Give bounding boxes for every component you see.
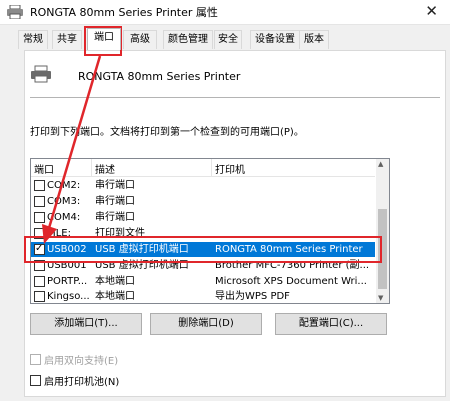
column-header-port[interactable]: 端口 bbox=[34, 161, 54, 176]
port-description: 打印到文件 bbox=[95, 228, 145, 239]
port-name: USB002 bbox=[47, 244, 87, 255]
close-icon[interactable]: ✕ bbox=[425, 2, 438, 20]
tab-general[interactable]: 常规 bbox=[18, 30, 48, 49]
list-item[interactable]: FILE: 打印到文件 bbox=[31, 226, 375, 241]
scroll-down-icon[interactable]: ▼ bbox=[378, 294, 383, 302]
list-item[interactable]: Kingso... 本地端口 导出为WPS PDF bbox=[31, 289, 375, 303]
printer-name: RONGTA 80mm Series Printer bbox=[78, 70, 241, 83]
tab-sharing[interactable]: 共享 bbox=[52, 30, 82, 49]
column-header-description[interactable]: 描述 bbox=[95, 161, 115, 176]
tab-bar: 常规 共享 端口 高级 颜色管理 安全 设备设置 版本 bbox=[0, 28, 450, 50]
tab-color-management[interactable]: 颜色管理 bbox=[163, 30, 213, 49]
printer-icon bbox=[31, 65, 51, 83]
add-port-button[interactable]: 添加端口(T)... bbox=[30, 313, 142, 335]
column-header-printer[interactable]: 打印机 bbox=[215, 161, 245, 176]
port-checkbox[interactable] bbox=[34, 180, 45, 191]
port-description: USB 虚拟打印机端口 bbox=[95, 260, 189, 271]
bidirectional-checkbox[interactable] bbox=[30, 354, 41, 365]
printer-icon bbox=[7, 5, 23, 19]
delete-port-button[interactable]: 删除端口(D) bbox=[150, 313, 262, 335]
port-name: USB001 bbox=[47, 260, 87, 271]
port-description: 串行端口 bbox=[95, 196, 135, 207]
port-name: COM2: bbox=[47, 180, 81, 191]
configure-port-button[interactable]: 配置端口(C)... bbox=[275, 313, 387, 335]
list-header: 端口 描述 打印机 bbox=[31, 159, 375, 177]
scroll-up-icon[interactable]: ▲ bbox=[378, 160, 383, 168]
port-name: FILE: bbox=[47, 228, 71, 239]
port-checkbox[interactable] bbox=[34, 276, 45, 287]
window-title: RONGTA 80mm Series Printer 属性 bbox=[30, 6, 218, 19]
port-description: 本地端口 bbox=[95, 276, 135, 287]
bidirectional-support-option[interactable]: 启用双向支持(E) bbox=[30, 352, 118, 367]
printer-pool-label: 启用打印机池(N) bbox=[44, 377, 120, 388]
bidirectional-label: 启用双向支持(E) bbox=[44, 356, 119, 367]
port-description: 串行端口 bbox=[95, 180, 135, 191]
tab-device-settings[interactable]: 设备设置 bbox=[250, 30, 300, 49]
list-item[interactable]: COM2: 串行端口 bbox=[31, 178, 375, 193]
port-checkbox[interactable] bbox=[34, 228, 45, 239]
list-item[interactable]: PORTP... 本地端口 Microsoft XPS Document Wri… bbox=[31, 274, 375, 289]
port-checkbox[interactable] bbox=[34, 212, 45, 223]
tab-advanced[interactable]: 高级 bbox=[123, 30, 157, 49]
port-checkbox[interactable] bbox=[34, 260, 45, 271]
port-name: PORTP... bbox=[47, 276, 88, 287]
printer-pool-option[interactable]: 启用打印机池(N) bbox=[30, 373, 119, 388]
tab-ports[interactable]: 端口 bbox=[87, 28, 121, 50]
port-printer: 导出为WPS PDF bbox=[215, 291, 290, 302]
port-list[interactable]: 端口 描述 打印机 COM2: 串行端口 COM3: 串行端口 COM4: 串行… bbox=[30, 158, 390, 304]
port-name: Kingso... bbox=[47, 291, 90, 302]
list-item[interactable]: COM3: 串行端口 bbox=[31, 194, 375, 209]
instruction-text: 打印到下列端口。文档将打印到第一个检查到的可用端口(P)。 bbox=[30, 127, 304, 138]
port-description: USB 虚拟打印机端口 bbox=[95, 244, 189, 255]
column-divider[interactable] bbox=[91, 159, 92, 176]
port-description: 本地端口 bbox=[95, 291, 135, 302]
vertical-scrollbar[interactable]: ▲ ▼ bbox=[376, 159, 389, 303]
tab-security[interactable]: 安全 bbox=[214, 30, 242, 49]
port-description: 串行端口 bbox=[95, 212, 135, 223]
port-printer: Microsoft XPS Document Wri... bbox=[215, 276, 367, 287]
tab-version[interactable]: 版本 bbox=[299, 30, 329, 49]
divider bbox=[30, 97, 440, 98]
port-printer: RONGTA 80mm Series Printer bbox=[215, 244, 363, 255]
column-divider[interactable] bbox=[211, 159, 212, 176]
port-checkbox[interactable] bbox=[34, 196, 45, 207]
list-item[interactable]: COM4: 串行端口 bbox=[31, 210, 375, 225]
port-checkbox[interactable] bbox=[34, 291, 45, 302]
scrollbar-thumb[interactable] bbox=[378, 209, 387, 289]
port-name: COM4: bbox=[47, 212, 81, 223]
title-bar: RONGTA 80mm Series Printer 属性 ✕ bbox=[0, 0, 450, 25]
port-printer: Brother MFC-7360 Printer (副... bbox=[215, 260, 370, 271]
list-item[interactable]: USB001 USB 虚拟打印机端口 Brother MFC-7360 Prin… bbox=[31, 258, 375, 273]
printer-pool-checkbox[interactable] bbox=[30, 375, 41, 386]
port-checkbox[interactable] bbox=[34, 241, 45, 256]
list-item-selected[interactable]: USB002 USB 虚拟打印机端口 RONGTA 80mm Series Pr… bbox=[31, 241, 375, 257]
port-name: COM3: bbox=[47, 196, 81, 207]
